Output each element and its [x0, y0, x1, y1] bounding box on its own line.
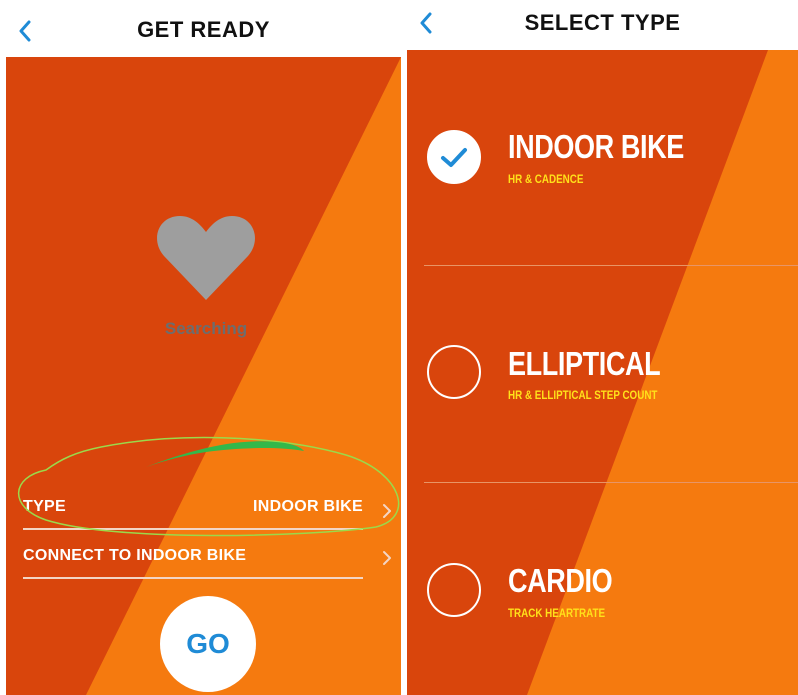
- type-row[interactable]: TYPE INDOOR BIKE: [23, 482, 363, 530]
- option-name: ELLIPTICAL: [508, 345, 661, 382]
- select-type-screen: SELECT TYPE INDOOR BIKE HR & CADENCE ELL…: [407, 0, 798, 695]
- radio-unselected[interactable]: [427, 345, 481, 399]
- option-indoor-bike[interactable]: INDOOR BIKE HR & CADENCE: [407, 50, 798, 260]
- status-text: Searching: [164, 319, 248, 338]
- option-subtitle: HR & CADENCE: [508, 172, 584, 186]
- chevron-right-icon: [383, 504, 391, 518]
- option-subtitle: HR & ELLIPTICAL STEP COUNT: [508, 388, 658, 402]
- go-button[interactable]: GO: [160, 596, 256, 692]
- select-type-header: SELECT TYPE: [407, 0, 798, 50]
- option-name: CARDIO: [508, 562, 613, 599]
- divider: [424, 482, 798, 483]
- connect-label: CONNECT TO INDOOR BIKE: [23, 547, 247, 564]
- page-title: GET READY: [137, 17, 270, 42]
- checkmark-icon: [441, 148, 467, 167]
- connect-row[interactable]: CONNECT TO INDOOR BIKE: [23, 531, 363, 579]
- option-cardio[interactable]: CARDIO TRACK HEARTRATE: [407, 484, 798, 694]
- type-label: TYPE: [23, 498, 66, 515]
- get-ready-header: GET READY: [6, 0, 401, 57]
- option-name: INDOOR BIKE: [508, 128, 684, 165]
- type-value: INDOOR BIKE: [253, 498, 363, 515]
- get-ready-content: Searching TYPE INDOOR BIKE CONNECT TO IN…: [6, 57, 401, 695]
- radio-selected[interactable]: [427, 130, 481, 184]
- page-title: SELECT TYPE: [524, 10, 681, 35]
- radio-unselected[interactable]: [427, 563, 481, 617]
- go-label: GO: [186, 628, 230, 659]
- divider: [424, 265, 798, 266]
- option-subtitle: TRACK HEARTRATE: [508, 606, 606, 620]
- select-type-content: INDOOR BIKE HR & CADENCE ELLIPTICAL HR &…: [407, 50, 798, 695]
- get-ready-screen: GET READY Searching TYPE INDOOR BIKE CON…: [6, 0, 401, 695]
- heart-icon: [157, 216, 255, 300]
- option-elliptical[interactable]: ELLIPTICAL HR & ELLIPTICAL STEP COUNT: [407, 267, 798, 477]
- chevron-right-icon: [383, 551, 391, 565]
